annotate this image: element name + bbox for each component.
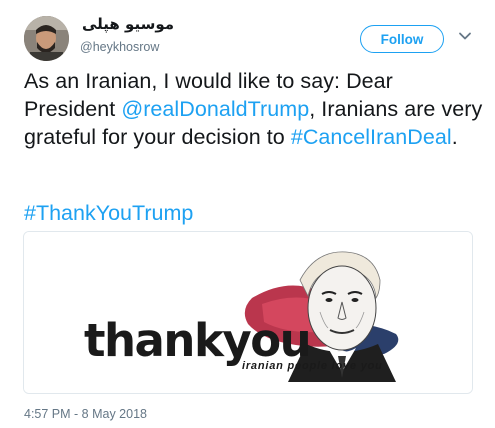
- tweet-text-end: .: [451, 125, 458, 149]
- media-caption: iranian people love you: [242, 360, 383, 372]
- hashtag-link-cancel-iran-deal[interactable]: #CancelIranDeal: [291, 125, 452, 149]
- user-handle[interactable]: @heykhosrow: [80, 40, 159, 54]
- follow-button[interactable]: Follow: [360, 25, 444, 53]
- tweet-text: As an Iranian, I would like to say: Dear…: [24, 67, 484, 151]
- chevron-down-icon[interactable]: [457, 28, 473, 44]
- avatar-photo: [24, 16, 69, 61]
- media-card[interactable]: thankyou iranian people love you: [23, 231, 473, 394]
- mention-link[interactable]: @realDonaldTrump: [121, 97, 309, 121]
- avatar[interactable]: [24, 16, 69, 61]
- display-name[interactable]: موسیو هپلی: [82, 15, 174, 33]
- timestamp[interactable]: 4:57 PM - 8 May 2018: [24, 407, 147, 421]
- hashtag-link-thank-you-trump[interactable]: #ThankYouTrump: [24, 199, 193, 227]
